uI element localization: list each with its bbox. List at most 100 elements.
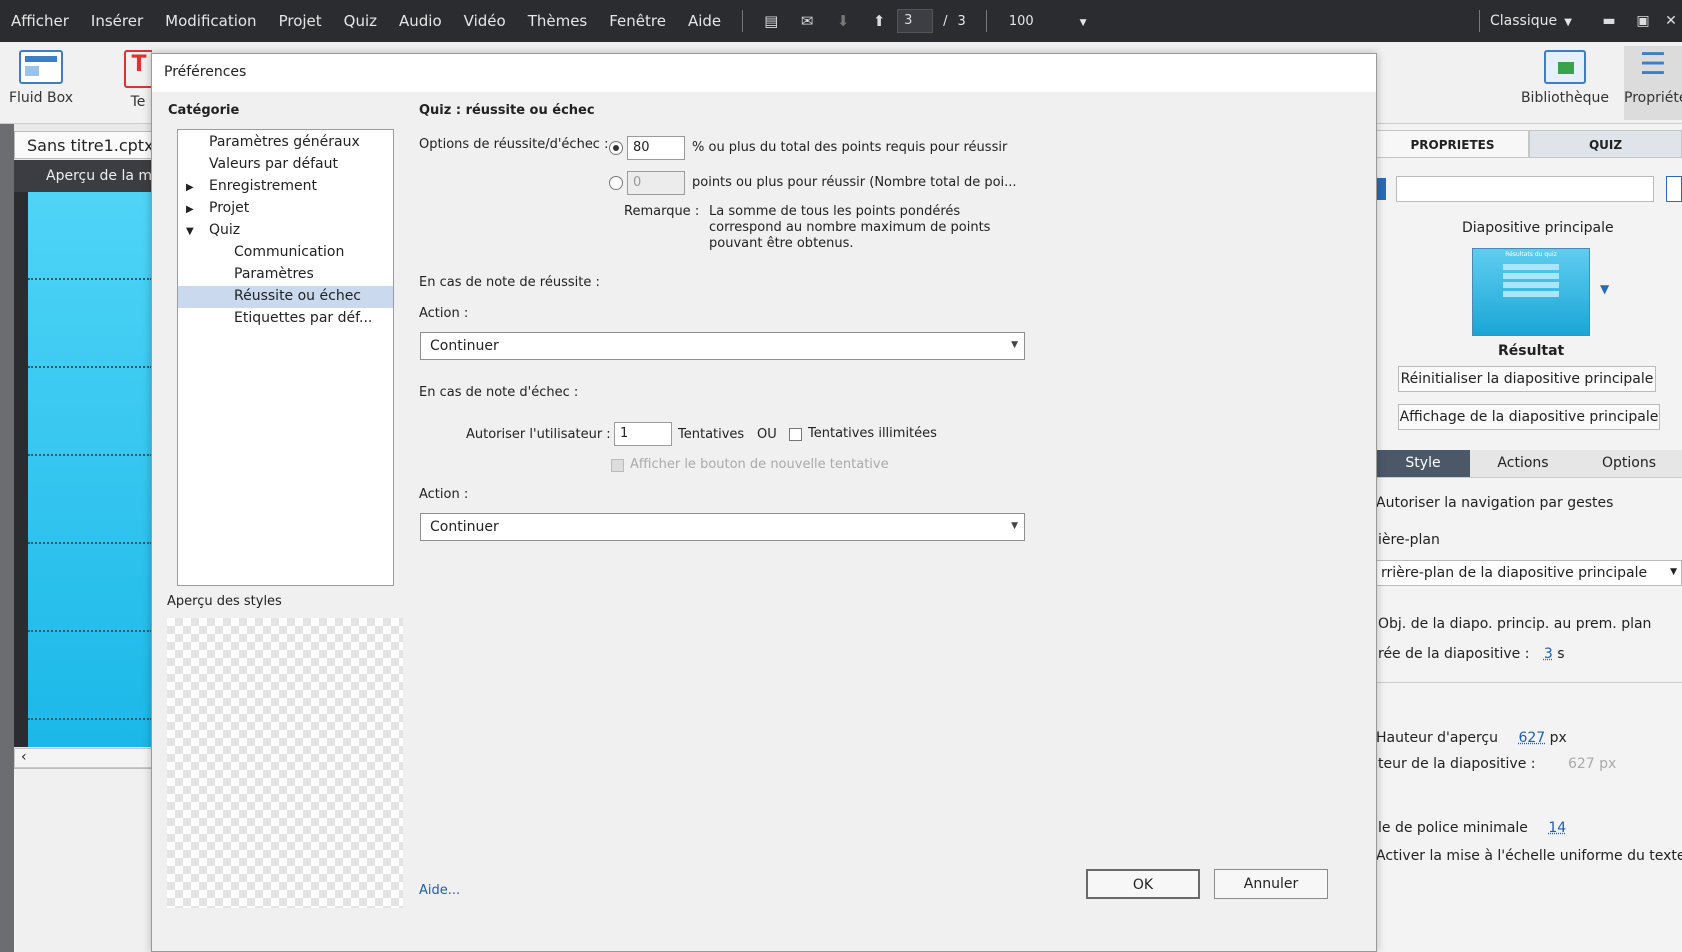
unlimited-attempts-label[interactable]: Tentatives illimitées [808, 426, 937, 441]
points-input[interactable]: 0 [627, 171, 685, 195]
category-item-settings[interactable]: Paramètres [178, 264, 393, 286]
style-tabs: Style Actions Options [1376, 450, 1682, 478]
preview-height-value[interactable]: 627 [1518, 730, 1545, 746]
filmstrip-slide[interactable] [28, 456, 152, 544]
allow-user-label: Autoriser l'utilisateur : [466, 427, 611, 442]
current-page-input[interactable]: 3 [897, 9, 934, 33]
menu-inserer[interactable]: Insérer [80, 12, 154, 30]
tab-actions[interactable]: Actions [1470, 450, 1576, 477]
background-select-value: rrière-plan de la diapositive principale [1381, 565, 1648, 581]
chevron-left-icon[interactable]: ‹ [21, 749, 27, 765]
mail-icon[interactable]: ✉ [797, 12, 817, 30]
unlimited-attempts-checkbox[interactable] [789, 428, 802, 441]
category-item-project[interactable]: ▶ Projet [178, 198, 393, 220]
menu-quiz[interactable]: Quiz [333, 12, 388, 30]
properties-button[interactable]: ☰ Propriété [1624, 46, 1682, 120]
horizontal-scrollbar[interactable]: ‹ [14, 748, 152, 768]
slide-duration-value[interactable]: 3 [1544, 646, 1553, 662]
minimize-icon[interactable]: ▬ [1592, 13, 1626, 29]
arrow-up-icon[interactable]: ⬆ [869, 12, 889, 30]
category-item-recording[interactable]: ▶ Enregistrement [178, 176, 393, 198]
master-objects-label[interactable]: Obj. de la diapo. princip. au prem. plan [1378, 616, 1651, 632]
thumbnail-caption: Résultat [1498, 343, 1565, 359]
text-button[interactable]: T Te [124, 50, 152, 110]
fail-action-select[interactable]: Continuer ▼ [420, 513, 1025, 541]
tab-proprietes[interactable]: PROPRIETES [1376, 130, 1529, 158]
preview-height-label: Hauteur d'aperçu [1376, 730, 1498, 746]
fluid-box-button[interactable]: Fluid Box [8, 50, 74, 106]
category-item-general[interactable]: Paramètres généraux [178, 132, 393, 154]
slide-duration-unit: s [1557, 646, 1565, 662]
expand-icon[interactable]: ▶ [186, 182, 194, 193]
retry-button-checkbox[interactable] [611, 459, 624, 472]
library-button[interactable]: Bibliothèque [1520, 50, 1610, 106]
min-font-value[interactable]: 14 [1548, 820, 1566, 836]
document-tab[interactable]: Sans titre1.cptx [14, 131, 152, 159]
arrow-down-icon[interactable]: ⬇ [833, 12, 853, 30]
points-radio[interactable] [609, 176, 623, 190]
menu-aide[interactable]: Aide [677, 12, 732, 30]
menu-themes[interactable]: Thèmes [517, 12, 599, 30]
master-slide-thumbnail[interactable]: Résultats du quiz [1472, 248, 1590, 336]
menu-fenetre[interactable]: Fenêtre [598, 12, 677, 30]
background-label: ière-plan [1378, 532, 1440, 548]
comment-icon[interactable]: ▤ [761, 12, 781, 30]
properties-panel: PROPRIETES QUIZ Diapositive principale R… [1376, 124, 1682, 952]
close-icon[interactable]: ✕ [1660, 13, 1682, 29]
tab-style[interactable]: Style [1376, 450, 1470, 477]
chevron-down-icon[interactable]: ▼ [1600, 282, 1609, 296]
maximize-icon[interactable]: ▣ [1626, 13, 1660, 29]
note-text: La somme de tous les points pondérés cor… [709, 204, 990, 252]
menu-modification[interactable]: Modification [154, 12, 267, 30]
uniform-scale-label[interactable]: Activer la mise à l'échelle uniforme du … [1376, 848, 1682, 864]
filmstrip-slide[interactable] [28, 192, 152, 280]
workspace-select[interactable]: Classique ▼ [1490, 13, 1572, 29]
menu-afficher[interactable]: Afficher [0, 12, 80, 30]
fail-action-value: Continuer [430, 519, 499, 535]
help-link[interactable]: Aide... [419, 883, 460, 898]
menu-audio[interactable]: Audio [388, 12, 453, 30]
percent-radio[interactable] [609, 141, 623, 155]
background-select[interactable]: rrière-plan de la diapositive principale… [1376, 560, 1682, 586]
category-item-default-labels[interactable]: Etiquettes par déf... [178, 308, 393, 330]
tab-options[interactable]: Options [1576, 450, 1682, 477]
filmstrip-slide[interactable] [28, 368, 152, 456]
library-icon [1544, 50, 1586, 84]
zoom-select[interactable]: 100 ▼ [997, 14, 1087, 29]
menu-video[interactable]: Vidéo [453, 12, 517, 30]
dropdown-button[interactable] [1666, 176, 1682, 202]
collapse-icon[interactable]: ▼ [186, 226, 194, 237]
slide-name-input[interactable] [1396, 176, 1654, 202]
menu-separator [742, 10, 744, 32]
dialog-title: Préférences [152, 54, 1376, 92]
attempts-input[interactable]: 1 [614, 422, 672, 446]
expand-icon[interactable]: ▶ [186, 204, 194, 215]
fluid-box-icon [19, 50, 63, 84]
ok-button[interactable]: OK [1086, 869, 1200, 899]
points-description: points ou plus pour réussir (Nombre tota… [692, 175, 1017, 190]
reset-master-slide-button[interactable]: Réinitialiser la diapositive principale [1398, 366, 1656, 392]
pass-action-select[interactable]: Continuer ▼ [420, 332, 1025, 360]
percent-description: % ou plus du total des points requis pou… [692, 140, 1008, 155]
gesture-navigation-label[interactable]: Autoriser la navigation par gestes [1376, 495, 1613, 511]
category-label: Quiz [209, 222, 241, 238]
filmstrip-slide[interactable] [28, 280, 152, 368]
filmstrip[interactable] [28, 192, 152, 747]
color-swatch[interactable] [1376, 178, 1386, 200]
tab-quiz[interactable]: QUIZ [1529, 130, 1682, 158]
text-label: Te [130, 94, 146, 110]
cancel-button[interactable]: Annuler [1214, 869, 1328, 899]
category-item-quiz[interactable]: ▼ Quiz [178, 220, 393, 242]
filmstrip-slide[interactable] [28, 544, 152, 632]
category-item-pass-fail[interactable]: Réussite ou échec [178, 286, 393, 308]
show-master-slide-button[interactable]: Affichage de la diapositive principale [1398, 404, 1660, 430]
category-tree[interactable]: Paramètres généraux Valeurs par défaut ▶… [177, 129, 394, 586]
slide-duration: rée de la diapositive : 3 s [1378, 646, 1565, 662]
filmstrip-slide[interactable] [28, 632, 152, 720]
menu-projet[interactable]: Projet [268, 12, 333, 30]
percent-input[interactable]: 80 [627, 136, 685, 160]
divider [1376, 682, 1682, 683]
slide-duration-label: rée de la diapositive : [1378, 646, 1530, 662]
category-item-defaults[interactable]: Valeurs par défaut [178, 154, 393, 176]
category-item-communication[interactable]: Communication [178, 242, 393, 264]
